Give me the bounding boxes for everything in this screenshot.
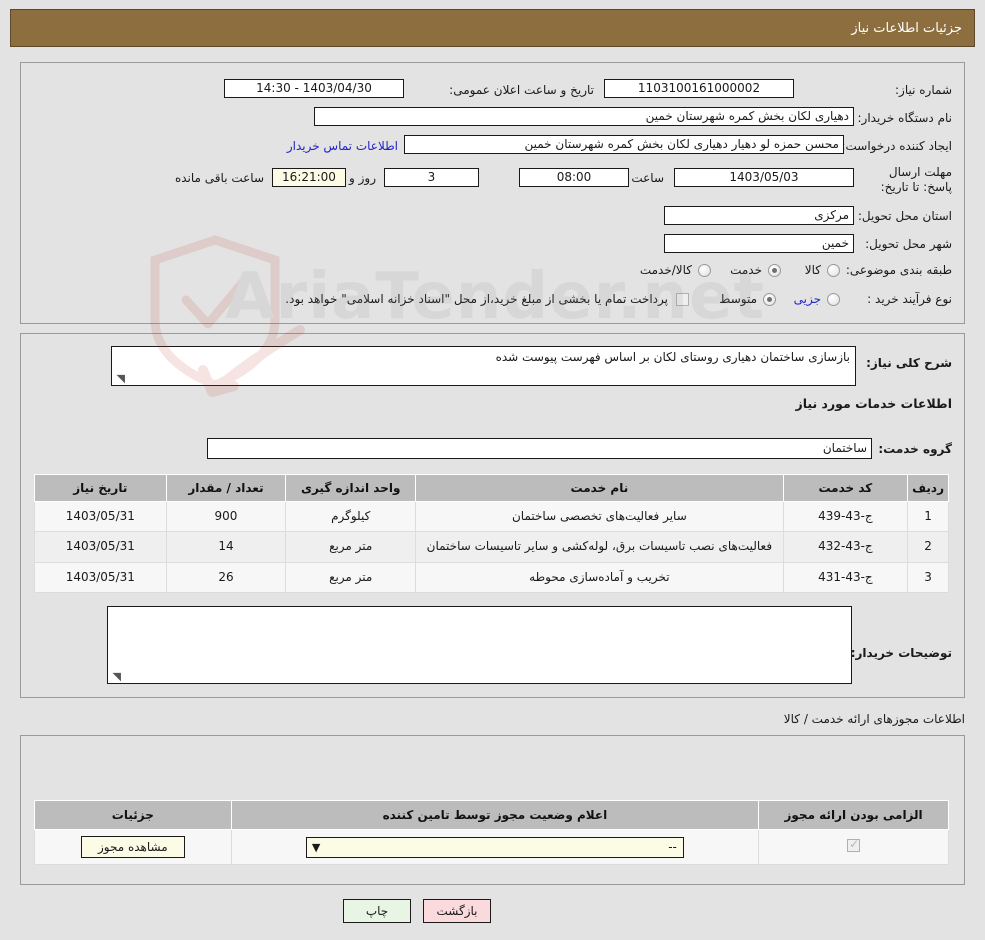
cell-permit-required [758,829,949,865]
radio-process-motavasset-label: متوسط [719,292,757,306]
remaining-clock-value: 16:21:00 [272,168,346,187]
service-group-label: گروه خدمت: [878,442,952,456]
deadline-time-value: 08:00 [519,168,629,187]
radio-category-kala[interactable] [827,264,840,277]
radio-process-motavasset[interactable] [763,293,776,306]
cell-name: سایر فعالیت‌های تخصصی ساختمان [415,500,784,533]
public-announce-label: تاریخ و ساعت اعلان عمومی: [449,83,594,97]
province-value: مرکزی [664,206,854,225]
cell-date: 1403/05/31 [34,531,167,563]
deadline-label: مهلت ارسال پاسخ: تا تاریخ: [880,165,952,194]
need-info-panel: شماره نیاز: 1103100161000002 تاریخ و ساع… [20,62,965,324]
print-button[interactable]: چاپ [343,899,411,923]
cell-row: 2 [907,531,949,563]
radio-category-kala-khedmat[interactable] [698,264,711,277]
cell-unit: متر مربع [285,561,417,594]
public-announce-value: 1403/04/30 - 14:30 [224,79,404,98]
page-title: جزئیات اطلاعات نیاز [851,21,962,36]
table-row: 2 ج-43-432 فعالیت‌های نصب تاسیسات برق، ل… [34,531,949,563]
cell-date: 1403/05/31 [34,561,167,594]
permit-status-value: -- [668,839,677,854]
radio-process-jozei-label: جزیی [793,292,821,306]
services-table: ردیف کد خدمت نام خدمت واحد اندازه گیری ت… [34,474,949,594]
cell-qty: 26 [165,561,287,594]
cell-code: ج-43-431 [782,561,909,594]
permit-status-select[interactable]: ▼ -- [305,836,684,858]
radio-category-khedmat[interactable] [768,264,781,277]
permits-table: الزامی بودن ارائه مجوز اعلام وضعیت مجوز … [34,800,949,865]
col-name: نام خدمت [415,474,784,502]
back-button[interactable]: بازگشت [423,899,491,923]
creator-value: محسن حمزه لو دهیار دهیاری لکان بخش کمره … [404,135,844,154]
table-row: 1 ج-43-439 سایر فعالیت‌های تخصصی ساختمان… [34,500,949,533]
general-desc-value: بازسازی ساختمان دهیاری روستای لکان بر اس… [495,350,850,364]
deadline-date-value: 1403/05/03 [674,168,854,187]
services-table-header-row: ردیف کد خدمت نام خدمت واحد اندازه گیری ت… [34,474,949,502]
cell-code: ج-43-432 [782,531,909,563]
col-unit: واحد اندازه گیری [285,474,417,502]
permits-table-header-row: الزامی بودن ارائه مجوز اعلام وضعیت مجوز … [34,800,949,830]
table-row: 3 ج-43-431 تخریب و آماده‌سازی محوطه متر … [34,561,949,594]
cell-row: 1 [907,500,949,533]
radio-category-khedmat-label: خدمت [730,263,762,277]
city-label: شهر محل تحویل: [865,237,952,251]
col-row: ردیف [907,474,949,502]
treasury-bond-note: پرداخت تمام یا بخشی از مبلغ خرید،از محل … [285,292,668,306]
need-number-label: شماره نیاز: [895,83,952,97]
permit-row: ▼ -- مشاهده مجوز [34,829,949,865]
cell-qty: 900 [165,500,287,533]
remaining-days-value: 3 [384,168,479,187]
general-desc-label: شرح کلی نیاز: [866,356,952,370]
process-label: نوع فرآیند خرید : [867,292,952,306]
radio-category-kala-label: کالا [804,263,821,277]
col-date: تاریخ نیاز [34,474,167,502]
buyer-notes-label: توضیحات خریدار: [850,646,952,660]
radio-process-jozei[interactable] [827,293,840,306]
page-root: AriaTender.net جزئیات اطلاعات نیاز شماره… [0,0,985,940]
cell-permit-details: مشاهده مجوز [34,829,232,865]
category-label: طبقه بندی موضوعی: [845,263,952,277]
buyer-notes-textarea[interactable]: ◥ [107,606,852,684]
cell-row: 3 [907,561,949,594]
permits-panel: الزامی بودن ارائه مجوز اعلام وضعیت مجوز … [20,735,965,885]
general-desc-textarea[interactable]: بازسازی ساختمان دهیاری روستای لکان بر اس… [111,346,856,386]
cell-permit-status: ▼ -- [230,829,760,865]
resize-grip-icon[interactable]: ◥ [115,373,125,384]
services-section-title: اطلاعات خدمات مورد نیاز [795,396,953,411]
radio-category-kala-khedmat-label: کالا/خدمت [639,263,692,277]
deadline-time-label: ساعت [631,171,664,185]
window-title-bar: جزئیات اطلاعات نیاز [10,9,975,47]
view-permit-button[interactable]: مشاهده مجوز [80,836,185,858]
cell-name: فعالیت‌های نصب تاسیسات برق، لوله‌کشی و س… [415,531,784,563]
need-number-value: 1103100161000002 [604,79,794,98]
chevron-down-icon: ▼ [311,840,321,854]
buyer-org-value: دهیاری لکان بخش کمره شهرستان خمین [314,107,854,126]
remaining-days-suffix: روز و [349,171,376,185]
treasury-bond-checkbox[interactable] [676,293,689,306]
permit-required-checkbox [847,837,861,852]
cell-date: 1403/05/31 [34,500,167,533]
cell-qty: 14 [165,531,287,563]
service-group-value: ساختمان [207,438,872,459]
buyer-contact-link[interactable]: اطلاعات تماس خریدار [287,139,398,153]
creator-label: ایجاد کننده درخواست: [841,139,952,153]
city-value: خمین [664,234,854,253]
col-permit-status: اعلام وضعیت مجوز توسط تامین کننده [230,800,760,830]
resize-grip-icon[interactable]: ◥ [111,671,121,682]
province-label: استان محل تحویل: [857,209,952,223]
cell-code: ج-43-439 [782,500,909,533]
col-qty: تعداد / مقدار [165,474,287,502]
buyer-org-label: نام دستگاه خریدار: [857,111,953,125]
need-detail-panel: شرح کلی نیاز: بازسازی ساختمان دهیاری روس… [20,333,965,698]
cell-name: تخریب و آماده‌سازی محوطه [415,561,784,594]
cell-unit: متر مربع [285,531,417,563]
remaining-suffix-label: ساعت باقی مانده [174,171,264,185]
col-code: کد خدمت [782,474,909,502]
col-permit-required: الزامی بودن ارائه مجوز [758,800,949,830]
cell-unit: کیلوگرم [285,500,417,533]
col-permit-details: جزئیات [34,800,232,830]
permits-section-title: اطلاعات مجوزهای ارائه خدمت / کالا [783,712,965,726]
